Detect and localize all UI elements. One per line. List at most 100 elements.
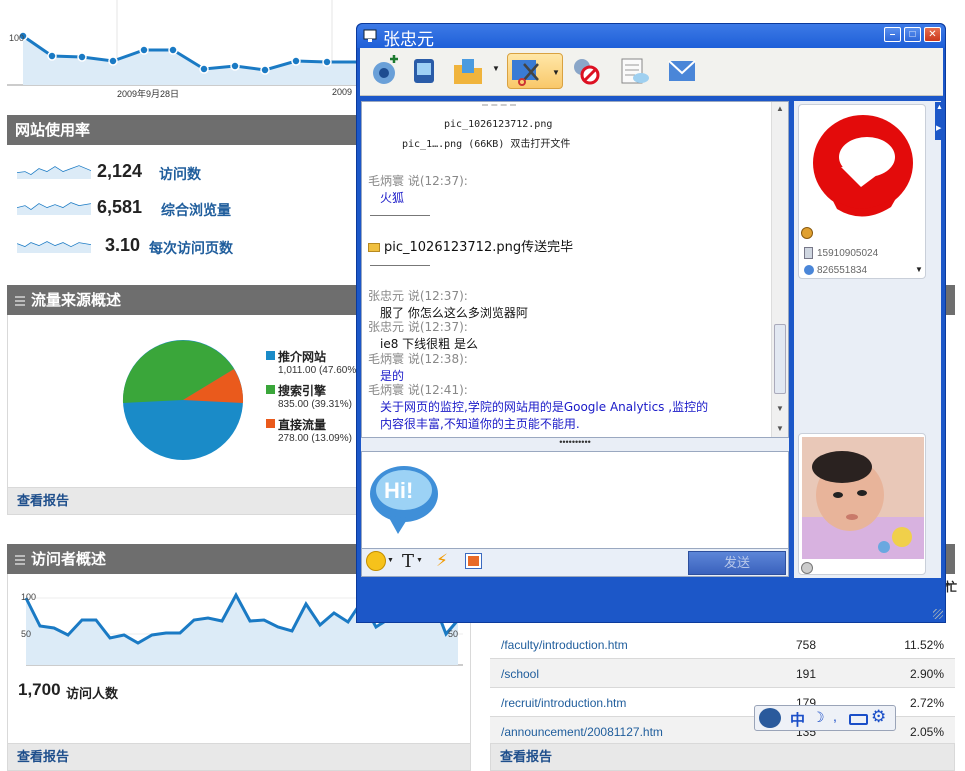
medal-icon [801,227,813,239]
moon-icon[interactable]: ☽ [812,709,825,726]
nudge-icon[interactable]: ⚡ [436,551,448,571]
font-icon[interactable]: T [402,551,414,572]
file-info[interactable]: pic_1….png (66KB) 双击打开文件 [402,135,570,150]
voice-button[interactable] [406,53,442,89]
usage-panel: 2,124 访问数 6,581 综合浏览量 3.10 每次访问页数 [7,145,357,270]
chat-window: 张忠元 – □ ✕ ▼ ▼ pic_1026123712.png pic_1….… [356,23,946,623]
dropdown-arrow-icon[interactable]: ▼ [416,557,423,564]
close-button[interactable]: ✕ [924,27,941,42]
scroll-down-icon[interactable]: ▼ [776,424,784,433]
sparkline-icon [17,165,91,179]
my-avatar[interactable] [802,437,924,559]
scroll-up-icon[interactable]: ▲ [776,104,784,113]
stat-pageviews[interactable]: 6,581 综合浏览量 [17,197,357,219]
message-sender: 毛炳寰 说(12:41): [368,383,468,397]
stat-visits-label[interactable]: 访问数 [159,164,201,184]
message-divider [370,215,430,216]
stat-ppv-value: 3.10 [105,235,141,255]
table-row[interactable]: /school 191 2.90% [490,659,955,688]
folder-icon [454,59,482,84]
visitors-count-label: 访问人数 [66,687,119,702]
hi-bubble-icon: Hi! [370,466,438,534]
usage-title: 网站使用率 [15,121,91,139]
message-divider [370,265,430,266]
chat-title-bar[interactable]: 张忠元 – □ ✕ [357,24,945,50]
folder-icon [368,243,380,252]
message-text: 关于网页的监控,学院的网站用的是Google Analytics ,监控的 [380,400,709,414]
view-report-link[interactable]: 查看报告 [17,750,69,765]
sparkline-icon [17,202,91,215]
legend-name: 搜索引擎 [278,384,327,398]
expand-arrow-icon[interactable]: ▲ [936,104,943,111]
contact-avatar[interactable] [801,107,925,227]
top-chart-y-label: 100 [9,33,25,43]
visitors-y-mid-right: 50 [448,629,459,639]
notepad-icon [621,58,649,84]
chevron-down-icon[interactable]: ▼ [915,265,923,274]
dropdown-arrow-icon[interactable]: ▼ [387,557,394,564]
screenshot-small-icon[interactable] [466,554,481,568]
emoji-icon[interactable] [366,551,386,571]
message-history[interactable]: pic_1026123712.png pic_1….png (66KB) 双击打… [361,101,789,438]
ime-language[interactable]: 中 [790,709,805,730]
video-chat-button[interactable] [366,53,402,89]
legend-value: 278.00 (13.09%) [278,433,352,444]
page-views: 758 [796,638,817,652]
view-report-link[interactable]: 查看报告 [17,494,69,509]
file-name[interactable]: pic_1026123712.png [444,119,552,130]
keyboard-icon[interactable] [849,714,868,725]
drag-grip-icon[interactable] [15,294,25,306]
punctuation-icon[interactable]: , [833,708,837,724]
maximize-button[interactable]: □ [904,27,921,42]
page-link[interactable]: /school [501,667,539,681]
message-text: pic_1026123712.png传送完毕 [384,240,574,255]
ime-toolbar[interactable]: 中 ☽ , ⚙ [754,705,896,731]
page-link[interactable]: /announcement/20081127.htm [501,725,663,739]
stat-visits[interactable]: 2,124 访问数 [17,161,357,183]
expand-arrow-icon[interactable]: ▶ [936,124,941,132]
page-link[interactable]: /recruit/introduction.htm [501,696,626,710]
visitors-view-report[interactable]: 查看报告 [7,743,471,771]
send-file-button[interactable] [450,53,486,89]
traffic-pie-chart [122,340,244,460]
chat-message: 毛炳寰 说(12:38): 是的 [368,350,468,384]
email-button[interactable] [664,53,700,89]
resize-grip-icon[interactable] [933,609,943,619]
table-row[interactable]: /faculty/introduction.htm 758 11.52% [490,630,955,659]
drag-grip-icon[interactable] [15,553,25,565]
minimize-button[interactable]: – [884,27,901,42]
stat-pageviews-label[interactable]: 综合浏览量 [161,200,231,220]
screenshot-button[interactable]: ▼ [507,53,563,89]
gear-icon[interactable]: ⚙ [871,707,886,727]
scroll-thumb[interactable] [774,324,786,394]
contact-phone: 15910905024 [817,248,879,259]
history-scrollbar[interactable]: ▲ ▼ ▼ [771,102,788,437]
side-tab-toggle[interactable]: ▲ ▶ [935,102,944,140]
message-sender: 毛炳寰 说(12:38): [368,352,468,366]
page-pct: 2.72% [909,696,944,710]
top-chart-date-2: 2009 [332,87,353,97]
view-report-link[interactable]: 查看报告 [500,750,552,765]
block-button[interactable] [568,53,604,89]
table-view-report[interactable]: 查看报告 [490,743,955,771]
dropdown-arrow-icon[interactable]: ▼ [492,64,500,73]
history-button[interactable] [616,53,652,89]
stat-ppv-label[interactable]: 每次访问页数 [149,238,233,258]
traffic-view-report[interactable]: 查看报告 [7,487,357,515]
stat-pages-per-visit[interactable]: 3.10 每次访问页数 [17,235,357,257]
ime-logo-icon[interactable] [759,708,781,728]
legend-value: 835.00 (39.31%) [278,399,352,410]
message-input[interactable]: Hi! [361,451,789,549]
send-button[interactable]: 发送 [688,551,786,575]
dropdown-arrow-icon[interactable]: ▼ [552,68,560,77]
visitors-y-mid: 50 [21,629,32,639]
chat-message: pic_1026123712.png传送完毕 [368,236,573,255]
scroll-down-icon[interactable]: ▼ [776,404,784,413]
splitter-handle[interactable]: •••••••••• [361,438,789,451]
hi-text: Hi! [384,478,413,503]
page-link[interactable]: /faculty/introduction.htm [501,638,628,652]
visitors-title: 访问者概述 [31,550,107,568]
message-sender: 张忠元 说(12:37): [368,289,468,303]
page-pct: 2.90% [909,667,944,681]
message-sender: 张忠元 说(12:37): [368,320,468,334]
